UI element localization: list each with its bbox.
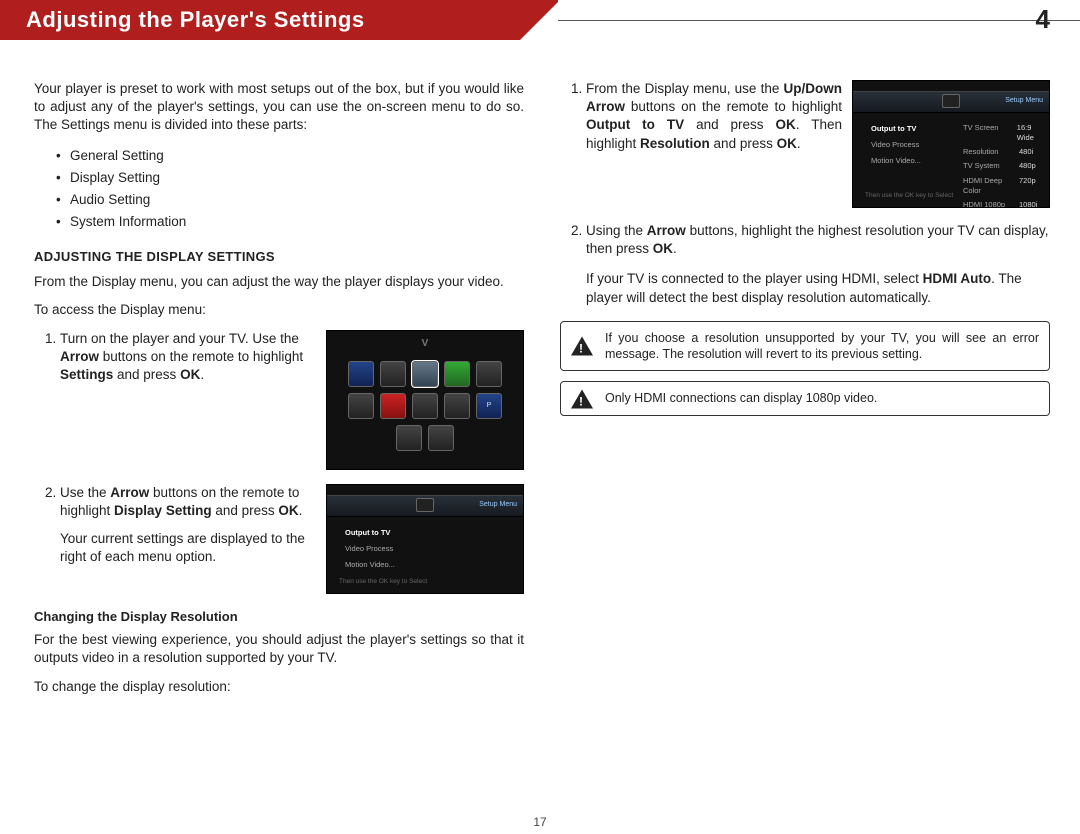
list-item: Display Setting [70,167,524,189]
r-step-2-para2: If your TV is connected to the player us… [586,270,1050,306]
warning-icon [571,337,593,356]
step-1-text: Turn on the player and your TV. Use the … [60,330,316,385]
intro-paragraph: Your player is preset to work with most … [34,80,524,135]
list-item: System Information [70,211,524,233]
list-item: Audio Setting [70,189,524,211]
section-intro: From the Display menu, you can adjust th… [34,273,524,291]
chapter-number: 4 [1036,2,1050,37]
header-rule [558,20,1080,21]
sub-heading: Changing the Display Resolution [34,608,524,626]
resolution-steps: From the Display menu, use the Up/Down A… [560,80,1050,307]
list-item: General Setting [70,145,524,167]
step-1: Turn on the player and your TV. Use the … [60,330,524,470]
monitor-icon [416,498,434,512]
step-2: Use the Arrow buttons on the remote to h… [60,484,524,594]
screenshot-display-menu: Setup Menu Output to TV Video Process Mo… [326,484,524,594]
access-steps: Turn on the player and your TV. Use the … [34,330,524,594]
r-step-2-text: Using the Arrow buttons, highlight the h… [586,222,1050,258]
page-number: 17 [533,814,546,830]
note-text: If you choose a resolution unsupported b… [605,331,1039,361]
r-step-1: From the Display menu, use the Up/Down A… [586,80,1050,208]
note-text: Only HDMI connections can display 1080p … [605,391,877,405]
settings-parts-list: General Setting Display Setting Audio Se… [34,145,524,234]
monitor-icon [942,94,960,108]
section-heading: ADJUSTING THE DISPLAY SETTINGS [34,248,524,266]
screenshot-apps-grid: V P [326,330,524,470]
content-area: Your player is preset to work with most … [0,40,1080,706]
r-step-1-text: From the Display menu, use the Up/Down A… [586,80,842,153]
sub-paragraph: For the best viewing experience, you sho… [34,631,524,667]
left-column: Your player is preset to work with most … [34,80,524,706]
warning-icon [571,389,593,408]
right-column: From the Display menu, use the Up/Down A… [560,80,1050,706]
header-diagonal [520,0,560,40]
access-line: To access the Display menu: [34,301,524,319]
chapter-title: Adjusting the Player's Settings [0,5,365,35]
warning-note-resolution: If you choose a resolution unsupported b… [560,321,1050,372]
vizio-logo-icon: V [422,337,429,351]
screenshot-resolution-menu: Setup Menu Output to TV Video Process Mo… [852,80,1050,208]
change-line: To change the display resolution: [34,678,524,696]
r-step-2: Using the Arrow buttons, highlight the h… [586,222,1050,307]
warning-note-hdmi: Only HDMI connections can display 1080p … [560,381,1050,415]
step-2-text: Use the Arrow buttons on the remote to h… [60,484,316,567]
chapter-header: Adjusting the Player's Settings 4 [0,0,1080,40]
